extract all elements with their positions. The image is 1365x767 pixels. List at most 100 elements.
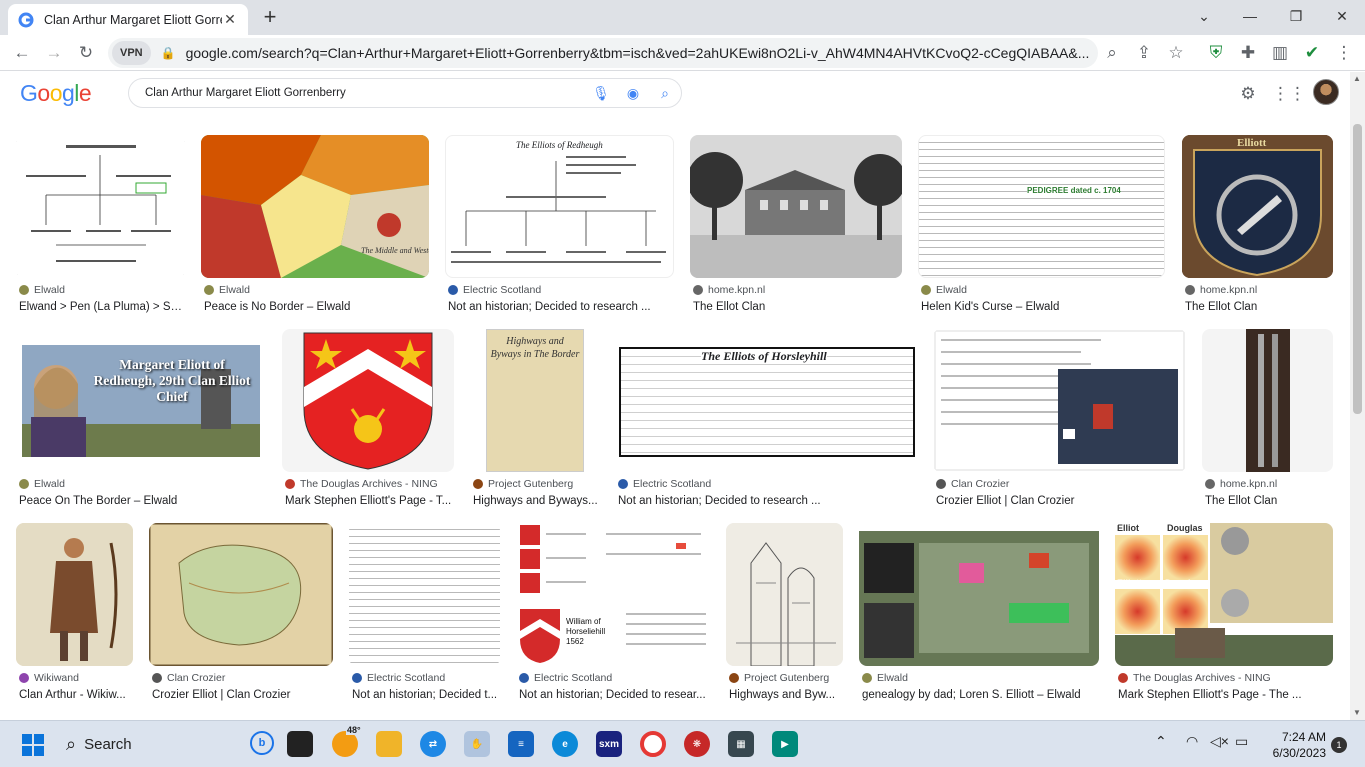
result-thumbnail[interactable]: William of Horseliehill 1562 [516,523,710,666]
result-source[interactable]: home.kpn.nl [693,284,904,296]
result-source[interactable]: home.kpn.nl [1205,478,1335,490]
tab-close-icon[interactable]: ✕ [222,11,238,28]
result-title[interactable]: Mark Stephen Elliott's Page - The ... [1118,689,1336,701]
result-card[interactable]: Margaret Eliott of Redheugh, 29th Clan E… [16,329,267,509]
new-tab-button[interactable]: + [258,6,282,30]
result-title[interactable]: The Ellot Clan [1205,495,1335,507]
result-title[interactable]: Highways and Byways... [473,495,602,507]
url-text[interactable]: google.com/search?q=Clan+Arthur+Margaret… [186,45,1098,61]
result-thumbnail[interactable]: Margaret Eliott of Redheugh, 29th Clan E… [16,329,266,472]
sxm-icon[interactable]: sxm [596,731,622,757]
extensions-puzzle-icon[interactable]: ✚ [1234,39,1262,67]
page-scrollbar[interactable]: ▲ ▼ [1350,72,1365,720]
microphone-icon[interactable]: 🎙 [585,85,617,102]
search-icon[interactable]: ⌕ [649,85,681,102]
scroll-thumb[interactable] [1353,124,1362,414]
taskbar-clock[interactable]: 7:24 AM 6/30/2023 [1264,729,1326,761]
result-title[interactable]: Helen Kid's Curse – Elwald [921,301,1167,313]
side-panel-icon[interactable]: ▥ [1266,39,1294,67]
result-title[interactable]: Mark Stephen Elliott's Page - T... [285,495,456,507]
result-card[interactable]: Electric Scotland Not an historian; Deci… [349,523,501,703]
result-thumbnail[interactable] [859,523,1099,666]
result-thumbnail[interactable] [16,135,185,278]
tab-google-images[interactable]: Clan Arthur Margaret Eliott Gorrenberry … [8,4,248,35]
result-source[interactable]: Electric Scotland [618,478,920,490]
result-title[interactable]: The Ellot Clan [693,301,904,313]
result-source[interactable]: Electric Scotland [448,284,676,296]
result-card[interactable]: The Elliots of Redheugh Electric Scotlan… [445,135,675,315]
result-source[interactable]: Elwald [19,478,268,490]
vpn-badge[interactable]: VPN [112,41,151,65]
weather-icon[interactable]: 48° [332,725,362,757]
app-icon[interactable]: ⇄ [420,731,446,757]
result-title[interactable]: Highways and Byw... [729,689,846,701]
result-card[interactable]: Elwald genealogy by dad; Loren S. Elliot… [859,523,1100,703]
result-thumbnail[interactable] [349,523,500,666]
result-card[interactable]: The Elliots of Horsleyhill Electric Scot… [615,329,918,509]
result-source[interactable]: Project Gutenberg [473,478,602,490]
taskbar-search[interactable]: ⌕ Search b [58,728,278,760]
search-input[interactable]: Clan Arthur Margaret Eliott Gorrenberry [145,87,585,99]
reload-icon[interactable]: ↻ [72,39,100,67]
start-button[interactable] [20,732,46,758]
result-source[interactable]: Elwald [921,284,1167,296]
result-source[interactable]: Clan Crozier [152,672,336,684]
lock-icon[interactable]: 🔒 [161,46,176,60]
account-avatar[interactable] [1313,79,1339,105]
result-thumbnail[interactable]: The Middle and Western [201,135,429,278]
scroll-up-arrow[interactable]: ▲ [1353,74,1361,83]
tab-search-icon[interactable]: ⌄ [1181,0,1227,32]
result-title[interactable]: Crozier Elliot | Clan Crozier [152,689,336,701]
check-shield-icon[interactable]: ✔ [1298,39,1326,67]
result-source[interactable]: Electric Scotland [352,672,503,684]
result-title[interactable]: Not an historian; Decided to research ..… [448,301,676,313]
result-card[interactable]: PEDIGREE dated c. 1704 Elwald Helen Kid'… [918,135,1166,315]
search-box[interactable]: Clan Arthur Margaret Eliott Gorrenberry … [128,78,682,108]
result-title[interactable]: Crozier Elliot | Clan Crozier [936,495,1189,507]
result-source[interactable]: The Douglas Archives - NING [285,478,456,490]
zoom-icon[interactable]: ⌕ [1098,39,1126,67]
result-source[interactable]: Elwald [204,284,430,296]
google-logo[interactable]: Google [20,80,92,107]
result-source[interactable]: Project Gutenberg [729,672,846,684]
result-thumbnail[interactable]: The Elliots of Horsleyhill [615,329,917,472]
result-source[interactable]: Wikiwand [19,672,136,684]
bookmark-star-icon[interactable]: ☆ [1162,39,1190,67]
result-title[interactable]: Peace is No Border – Elwald [204,301,430,313]
result-card[interactable]: Clan Crozier Crozier Elliot | Clan Crozi… [933,329,1187,509]
result-card[interactable]: Wikiwand Clan Arthur - Wikiw... [16,523,134,703]
result-card[interactable]: Elliot Douglas Elliott Douglass The Doug… [1115,523,1334,703]
result-thumbnail[interactable] [933,329,1186,472]
apps-grid-icon[interactable]: ⋮⋮ [1272,80,1306,108]
result-thumbnail[interactable]: PEDIGREE dated c. 1704 [918,135,1165,278]
browser-menu-icon[interactable]: ⋮ [1330,39,1358,67]
result-source[interactable]: Electric Scotland [519,672,713,684]
result-title[interactable]: The Ellot Clan [1185,301,1335,313]
back-icon[interactable]: ← [8,39,36,67]
result-source[interactable]: Elwald [862,672,1102,684]
result-card[interactable]: home.kpn.nl The Ellot Clan [1202,329,1334,509]
result-card[interactable]: Elwald Elwand > Pen (La Pluma) > Sw... [16,135,187,315]
result-card[interactable]: Clan Crozier Crozier Elliot | Clan Crozi… [149,523,334,703]
wifi-icon[interactable]: ◠ [1186,733,1198,750]
result-card[interactable]: The Douglas Archives - NING Mark Stephen… [282,329,455,509]
notification-badge[interactable]: 1 [1331,737,1347,753]
file-explorer-icon[interactable] [376,731,402,757]
result-title[interactable]: Elwand > Pen (La Pluma) > Sw... [19,301,187,313]
result-title[interactable]: Not an historian; Decided to research ..… [618,495,920,507]
result-thumbnail[interactable] [282,329,454,472]
maximize-button[interactable]: ❐ [1273,0,1319,32]
minimize-button[interactable]: — [1227,0,1273,32]
settings-gear-icon[interactable]: ⚙ [1234,80,1262,108]
result-title[interactable]: Not an historian; Decided t... [352,689,503,701]
result-thumbnail[interactable]: Elliott [1182,135,1333,278]
close-window-button[interactable]: ✕ [1319,0,1365,32]
bing-icon[interactable]: b [250,731,274,755]
result-source[interactable]: Elwald [19,284,187,296]
result-title[interactable]: Peace On The Border – Elwald [19,495,268,507]
result-source[interactable]: home.kpn.nl [1185,284,1335,296]
battery-icon[interactable]: ▭ [1235,733,1248,750]
media-icon[interactable]: ▶ [772,731,798,757]
task-view-icon[interactable] [287,731,313,757]
tray-chevron-icon[interactable]: ⌃ [1155,733,1167,750]
